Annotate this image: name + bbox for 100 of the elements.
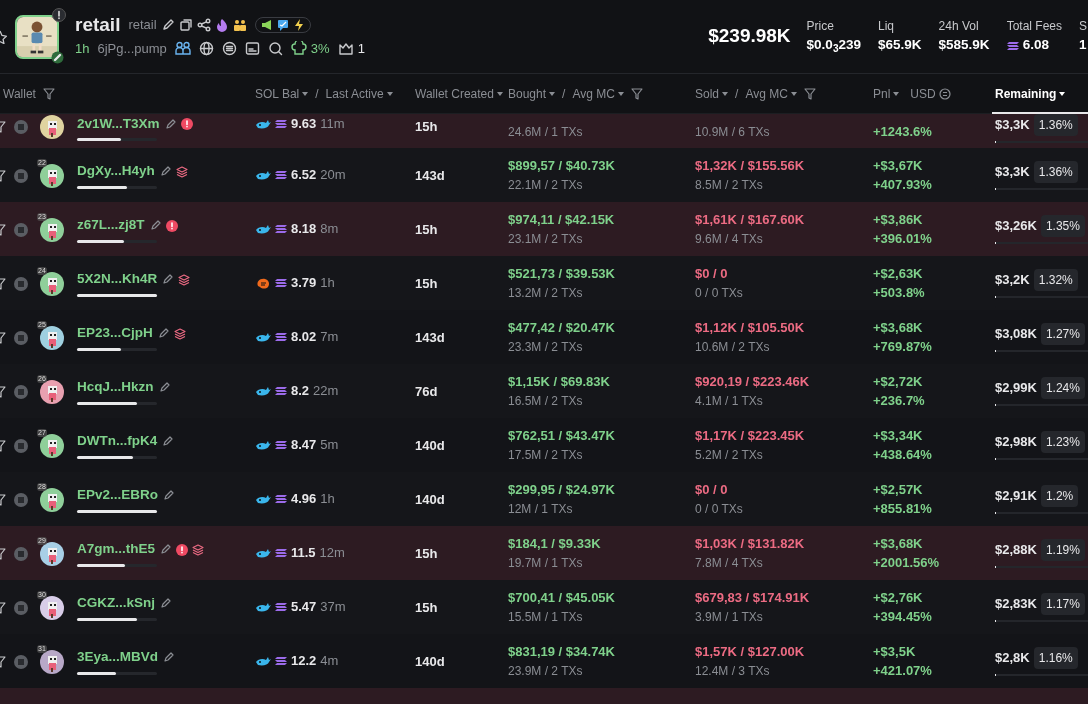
pnl-percent: +2001.56% xyxy=(873,554,941,572)
whale-icon xyxy=(255,385,271,397)
pnl-usd: +$3,5K xyxy=(873,642,917,661)
sold-amount: $0 / 0 xyxy=(695,480,729,499)
list-circle-icon xyxy=(14,168,28,183)
pnl-percent: +769.87% xyxy=(873,338,933,356)
edit-icon xyxy=(162,489,176,502)
sold-amount: $1,17K / $223.45K xyxy=(695,426,806,445)
pnl-usd: +$2,76K xyxy=(873,588,924,607)
sold-detail: 3.9M / 1 TXs xyxy=(695,609,764,627)
wallet-created: 143d xyxy=(415,168,445,183)
bought-detail: 23.1M / 2 TXs xyxy=(508,231,584,249)
remaining-percent: 1.2% xyxy=(1040,484,1079,507)
solana-icon xyxy=(1006,40,1019,51)
last-active: 5m xyxy=(320,436,339,455)
chat-icon xyxy=(276,18,289,31)
remaining-value: $3,3K xyxy=(995,162,1030,181)
wallet-created: 143d xyxy=(415,330,445,345)
sold-amount: $0 / 0 xyxy=(695,264,729,283)
wallet-address[interactable]: z67L...zj8T xyxy=(77,215,145,236)
sol-balance: 8.2 xyxy=(291,382,310,401)
share-icon xyxy=(196,17,211,32)
wallet-address[interactable]: 3Eya...MBVd xyxy=(77,647,159,668)
stat-value: $585.9K xyxy=(938,36,990,55)
remaining-percent: 1.16% xyxy=(1033,646,1078,669)
bought-detail: 22.1M / 2 TXs xyxy=(508,177,584,195)
bought-detail: 19.7M / 1 TXs xyxy=(508,555,584,573)
pnl-usd: +$3,67K xyxy=(873,156,924,175)
remaining-percent: 1.27% xyxy=(1040,322,1085,345)
crown-count: 1 xyxy=(357,39,365,58)
sol-balance: 12.2 xyxy=(291,652,317,671)
image-icon xyxy=(244,40,260,56)
sold-detail: 8.5M / 2 TXs xyxy=(695,177,764,195)
bought-detail: 23.3M / 2 TXs xyxy=(508,339,584,357)
wallet-address[interactable]: 5X2N...Kh4R xyxy=(77,269,158,290)
flame-icon xyxy=(214,17,229,32)
wallet-address[interactable]: 2v1W...T3Xm xyxy=(77,114,160,135)
wallet-address[interactable]: DWTn...fpK4 xyxy=(77,431,158,452)
table-row[interactable]: 2v1W...T3Xm 9.63 11m 15h 24.6M / 1 TXs 10.9M / 6 TXs +1243.6% $3,3K 1.36% xyxy=(0,114,1088,148)
column-header[interactable]: Wallet Created xyxy=(412,74,505,114)
list-circle-icon xyxy=(14,546,28,561)
pnl-percent: +503.8% xyxy=(873,284,926,302)
wallet-created: 140d xyxy=(415,438,445,453)
wallet-address[interactable]: A7gm...thE5 xyxy=(77,539,155,560)
edit-icon xyxy=(161,435,175,448)
column-header[interactable]: Bought / Avg MC xyxy=(505,74,692,114)
column-label: Wallet Created xyxy=(415,86,494,103)
bought-amount: $831,19 / $34.74K xyxy=(508,642,616,661)
whale-icon xyxy=(255,547,271,559)
last-active: 8m xyxy=(320,220,339,239)
pnl-usd: +$2,72K xyxy=(873,372,924,391)
remaining-value: $2,83K xyxy=(995,594,1037,613)
sold-detail: 10.9M / 6 TXs xyxy=(695,124,771,141)
wallet-address[interactable]: EPv2...EBRo xyxy=(77,485,159,506)
remaining-value: $2,98K xyxy=(995,432,1037,451)
label-separator: / xyxy=(562,86,566,103)
wallet-created: 15h xyxy=(415,119,438,134)
edit-icon xyxy=(148,219,162,232)
remaining-value: $2,91K xyxy=(995,486,1037,505)
label-separator: / xyxy=(315,86,319,103)
pnl-usd: +$3,34K xyxy=(873,426,924,445)
column-header[interactable]: Pnl USD xyxy=(870,74,992,114)
pnl-percent: +438.64% xyxy=(873,446,933,464)
bought-amount: $700,41 / $45.05K xyxy=(508,588,616,607)
pnl-usd: +$2,57K xyxy=(873,480,924,499)
remaining-percent: 1.32% xyxy=(1033,268,1078,291)
sold-detail: 10.6M / 2 TXs xyxy=(695,339,771,357)
whale-icon xyxy=(255,655,271,667)
sol-balance: 8.18 xyxy=(291,220,317,239)
list-circle-icon xyxy=(14,384,28,399)
wallet-address[interactable]: EP23...CjpH xyxy=(77,323,153,344)
people-icon xyxy=(232,17,247,32)
sol-balance: 3.79 xyxy=(291,274,317,293)
column-header[interactable]: Wallet xyxy=(0,74,252,114)
solana-icon xyxy=(275,440,287,450)
last-active: 4m xyxy=(320,652,339,671)
remaining-value: $2,8K xyxy=(995,648,1030,667)
column-label: Wallet xyxy=(3,86,36,103)
pnl-percent: +1243.6% xyxy=(873,123,933,141)
stat-label: S xyxy=(1079,18,1087,36)
sold-amount: $1,61K / $167.60K xyxy=(695,210,806,229)
remaining-percent: 1.19% xyxy=(1040,538,1085,561)
wallet-address[interactable]: DgXy...H4yh xyxy=(77,161,155,182)
solana-icon xyxy=(275,118,287,129)
column-header[interactable]: Sold / Avg MC xyxy=(692,74,870,114)
wallet-address[interactable]: HcqJ...Hkzn xyxy=(77,377,154,398)
wallet-created: 140d xyxy=(415,654,445,669)
sold-amount: $679,83 / $174.91K xyxy=(695,588,811,607)
column-header[interactable]: SOL Bal / Last Active xyxy=(252,74,412,114)
last-active: 11m xyxy=(320,115,345,133)
column-label: Last Active xyxy=(325,86,384,103)
remaining-percent: 1.24% xyxy=(1040,376,1085,399)
edit-icon xyxy=(156,327,170,340)
wallet-address[interactable]: CGKZ...kSnj xyxy=(77,593,155,614)
lightning-icon xyxy=(292,18,305,31)
column-header[interactable]: Remaining xyxy=(992,74,1088,114)
list-circle-icon xyxy=(14,276,28,291)
pnl-usd: +$3,68K xyxy=(873,534,924,553)
sold-detail: 9.6M / 4 TXs xyxy=(695,231,764,249)
list-circle-icon xyxy=(14,330,28,345)
